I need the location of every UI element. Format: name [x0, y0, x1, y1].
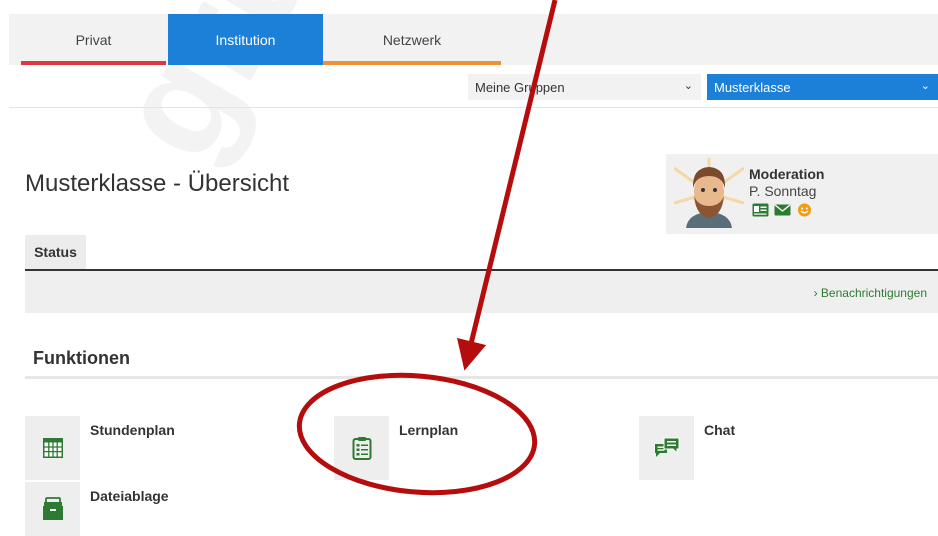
header-divider [9, 107, 938, 108]
chevron-down-icon: ⌄ [683, 80, 693, 92]
calendar-grid-icon [42, 438, 63, 458]
feature-icon-box [334, 416, 389, 480]
tab-netzwerk[interactable]: Netzwerk [323, 14, 501, 65]
feature-label: Dateiablage [90, 488, 169, 504]
file-cabinet-icon [42, 497, 63, 520]
top-tab-bar: Privat Institution Netzwerk [9, 14, 938, 65]
notifications-link[interactable]: › Benachrichtigungen [814, 286, 927, 300]
feature-label: Lernplan [399, 422, 459, 438]
envelope-icon[interactable] [774, 203, 791, 217]
feature-icon-box [639, 416, 694, 480]
functions-heading: Funktionen [33, 348, 130, 368]
class-select-value: Musterklasse [714, 79, 791, 95]
class-select[interactable]: Musterklasse ⌄ [707, 74, 938, 100]
tab-institution-label: Institution [215, 31, 276, 48]
moderation-card: Moderation P. Sonntag [666, 154, 938, 234]
tab-institution[interactable]: Institution [168, 14, 323, 65]
groups-select-value: Meine Gruppen [475, 79, 565, 95]
feature-icon-box [25, 416, 80, 480]
chevron-down-icon: ⌄ [920, 80, 930, 92]
moderation-role: Moderation [749, 166, 825, 182]
feature-label: Stundenplan [90, 422, 175, 438]
contact-card-icon[interactable] [752, 203, 769, 217]
tab-privat-label: Privat [75, 31, 112, 48]
moderator-name: P. Sonntag [749, 183, 817, 199]
feature-icon-box [25, 482, 80, 536]
tab-netzwerk-label: Netzwerk [382, 31, 442, 48]
functions-divider [25, 376, 938, 379]
status-tab-label: Status [34, 244, 77, 260]
avatar [674, 158, 744, 228]
groups-select[interactable]: Meine Gruppen ⌄ [468, 74, 701, 100]
tab-status[interactable]: Status [25, 235, 86, 269]
smiley-icon[interactable] [796, 203, 813, 217]
tab-privat[interactable]: Privat [21, 14, 166, 65]
chevron-right-icon: › [813, 286, 818, 300]
status-panel: › Benachrichtigungen [25, 271, 938, 313]
chat-bubbles-icon [654, 437, 679, 457]
notifications-label: Benachrichtigungen [820, 286, 927, 300]
feature-label: Chat [704, 422, 736, 438]
moderator-actions [752, 203, 813, 217]
clipboard-list-icon [352, 437, 371, 460]
page-title: Musterklasse - Übersicht [25, 170, 290, 197]
